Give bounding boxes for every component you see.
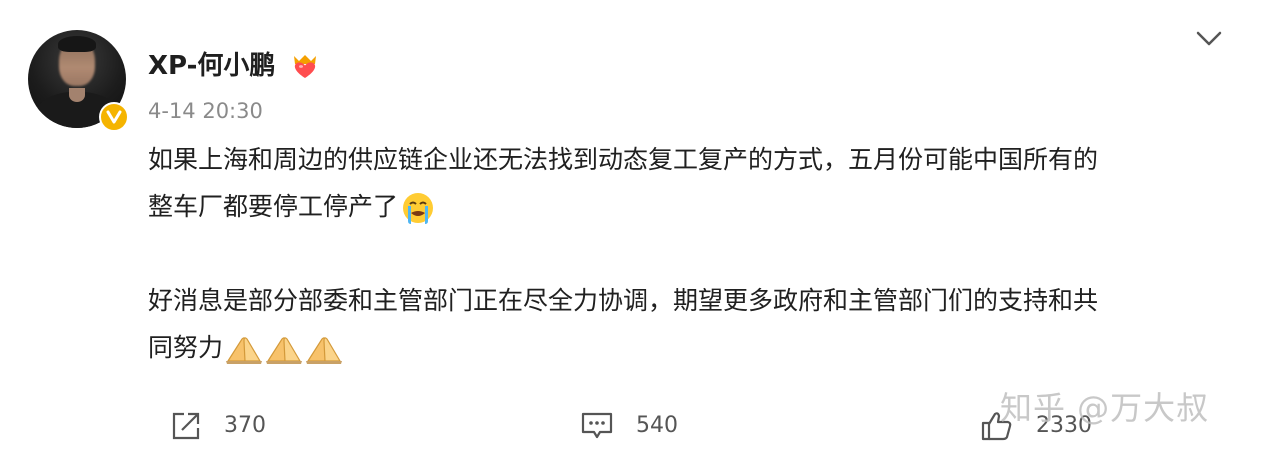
post-text: 同努力 <box>148 333 224 362</box>
crying-emoji-icon <box>403 193 434 224</box>
praying-hands-emoji-icon <box>306 337 343 364</box>
post-content: 如果上海和周边的供应链企业还无法找到动态复工复产的方式，五月份可能中国所有的 整… <box>148 136 1228 371</box>
post-text: 好消息是部分部委和主管部门正在尽全力协调，期望更多政府和主管部门们的支持和共 <box>148 286 1099 315</box>
vip-heart-icon <box>294 55 316 78</box>
watermark: 知乎 @万大叔 <box>1000 389 1210 427</box>
verified-badge-icon <box>99 102 129 132</box>
chevron-down-icon[interactable] <box>1196 30 1222 48</box>
avatar-collar <box>69 88 85 102</box>
repost-button[interactable]: 370 <box>170 408 266 444</box>
post-text-line: 同努力 <box>148 324 1228 371</box>
comment-count: 540 <box>636 413 678 438</box>
praying-hands-emoji-icon <box>226 337 263 364</box>
post-text-line: 整车厂都要停工停产了 <box>148 183 1228 230</box>
post-text-line: 好消息是部分部委和主管部门正在尽全力协调，期望更多政府和主管部门们的支持和共 <box>148 277 1228 324</box>
post-text: 整车厂都要停工停产了 <box>148 192 399 221</box>
praying-hands-emoji-icon <box>266 337 303 364</box>
comment-button[interactable]: 540 <box>580 408 678 444</box>
post-text-line: 如果上海和周边的供应链企业还无法找到动态复工复产的方式，五月份可能中国所有的 <box>148 136 1228 183</box>
weibo-post-card: XP-何小鹏 4-14 20:30 如果上海和周边的供应链企业还无法找到动态复工… <box>0 0 1262 458</box>
author-name[interactable]: XP-何小鹏 <box>148 50 275 82</box>
avatar-hair <box>58 36 96 52</box>
post-text: 如果上海和周边的供应链企业还无法找到动态复工复产的方式，五月份可能中国所有的 <box>148 145 1099 174</box>
share-arrow-icon <box>172 412 200 440</box>
post-timestamp[interactable]: 4-14 20:30 <box>148 98 263 124</box>
comment-bubble-icon <box>581 412 613 439</box>
repost-count: 370 <box>224 413 266 438</box>
